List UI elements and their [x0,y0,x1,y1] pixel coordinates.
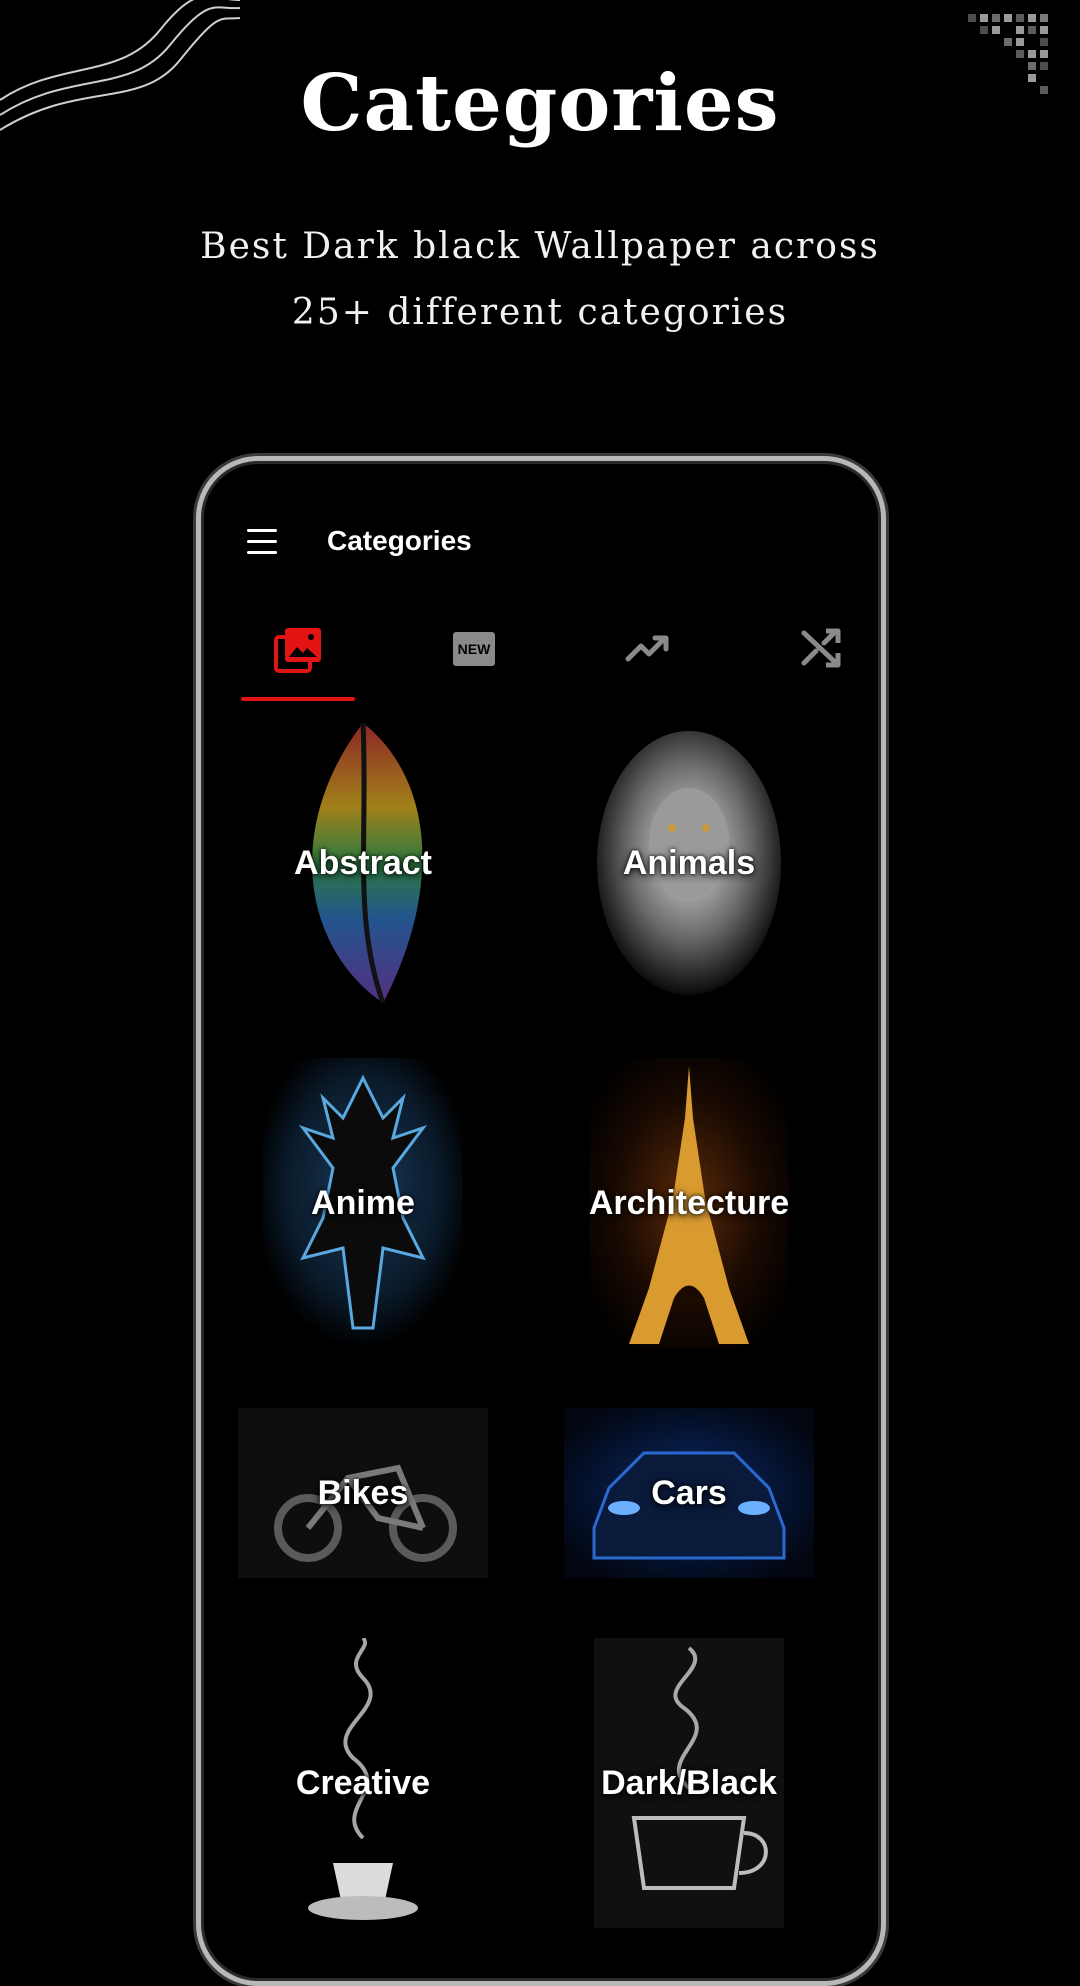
hero-title: Categories [300,58,780,149]
category-label: Bikes [317,1473,409,1512]
category-card-abstract[interactable]: Abstract [233,713,493,1013]
new-badge-icon: NEW [453,632,495,666]
tab-new[interactable]: NEW [414,619,534,699]
category-card-creative[interactable]: Creative [233,1633,493,1933]
hamburger-menu-icon[interactable] [247,529,277,555]
category-label: Creative [295,1763,431,1802]
shuffle-icon [801,628,841,668]
category-label: Dark/Black [601,1763,777,1802]
hero-subtitle-line1: Best Dark black Wallpaper across [200,226,880,267]
category-label: Anime [311,1183,415,1222]
selected-tab-indicator [241,697,355,701]
hero-subtitle: Best Dark black Wallpaper across 25+ dif… [160,214,920,346]
hero-subtitle-line2: 25+ different categories [291,292,789,333]
category-label: Abstract [294,843,432,882]
category-card-architecture[interactable]: Architecture [559,1053,819,1353]
phone-frame: Categories NEW Abstract Animals Anime Ar… [196,456,886,1986]
app-bar-title: Categories [327,525,472,556]
tab-trending[interactable] [588,619,708,699]
category-label: Cars [651,1473,727,1512]
category-card-anime[interactable]: Anime [233,1053,493,1353]
app-bar: Categories [201,501,881,581]
trending-icon [625,635,669,662]
category-card-dark-black[interactable]: Dark/Black [559,1633,819,1933]
tab-bar: NEW [201,619,881,699]
category-card-animals[interactable]: Animals [559,713,819,1013]
tab-gallery[interactable] [238,619,358,699]
gallery-icon [274,628,321,673]
category-card-bikes[interactable]: Bikes [233,1393,493,1593]
category-label: Animals [622,843,756,882]
new-badge-label: NEW [457,641,491,657]
category-card-cars[interactable]: Cars [559,1393,819,1593]
tab-shuffle[interactable] [761,619,881,699]
category-label: Architecture [588,1183,790,1222]
